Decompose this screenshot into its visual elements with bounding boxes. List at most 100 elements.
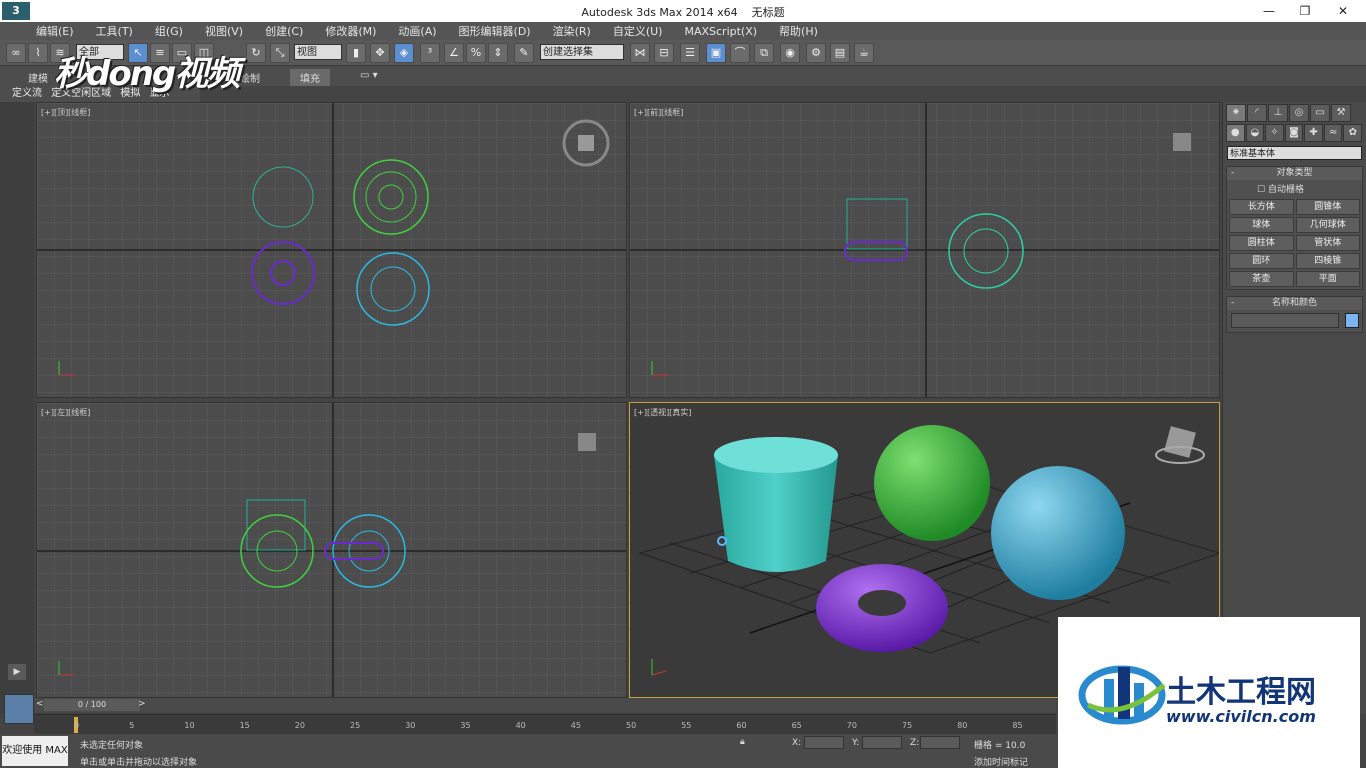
x-coord-input[interactable] (804, 736, 844, 749)
layer-manager-icon[interactable]: ☰ (680, 43, 700, 63)
minimize-button[interactable]: — (1258, 2, 1280, 20)
frame-tick-label: 80 (957, 721, 968, 730)
watermark-logo: 秒dong视频 (54, 54, 240, 94)
graphite-tools-icon[interactable]: ▣ (706, 43, 726, 63)
percent-snap-icon[interactable]: % (466, 43, 486, 63)
plane-button[interactable]: 平面 (1295, 271, 1360, 287)
z-coord-input[interactable] (920, 736, 960, 749)
motion-tab-icon[interactable]: ◎ (1289, 104, 1309, 122)
menu-group[interactable]: 组(G) (155, 23, 183, 39)
angle-snap-icon[interactable]: ∠ (444, 43, 464, 63)
render-production-icon[interactable]: ☕ (854, 43, 874, 63)
menu-create[interactable]: 创建(C) (265, 23, 303, 39)
y-coord-input[interactable] (862, 736, 902, 749)
menu-customize[interactable]: 自定义(U) (613, 23, 663, 39)
next-frame-icon[interactable]: > (138, 699, 146, 709)
track-bar[interactable]: 0 5 10 15 20 25 30 35 40 45 50 55 60 65 70 75 80 85 (34, 714, 1056, 734)
sphere-button[interactable]: 球体 (1229, 217, 1294, 233)
align-icon[interactable]: ⊟ (654, 43, 674, 63)
menu-rendering[interactable]: 渲染(R) (553, 23, 591, 39)
mirror-icon[interactable]: ⋈ (630, 43, 650, 63)
modify-tab-icon[interactable]: ◜ (1247, 104, 1267, 122)
manipulate-icon[interactable]: ◈ (394, 43, 414, 63)
menu-edit[interactable]: 编辑(E) (36, 23, 74, 39)
helpers-icon[interactable]: ✚ (1304, 124, 1323, 142)
named-selection-sets-dropdown[interactable]: 创建选择集 (540, 44, 624, 60)
object-color-swatch[interactable] (1345, 313, 1359, 328)
time-slider-thumb[interactable]: 0 / 100 (44, 699, 140, 711)
object-type-header[interactable]: - 对象类型 (1227, 167, 1362, 180)
menu-graph-editors[interactable]: 图形编辑器(D) (459, 23, 531, 39)
unlink-icon[interactable]: ⌇ (28, 43, 48, 63)
define-flows-button[interactable]: 定义流 (12, 88, 42, 99)
cameras-icon[interactable]: ◙ (1284, 124, 1304, 142)
reference-coord-dropdown[interactable]: 视图 (294, 44, 342, 60)
frame-tick-label: 85 (1012, 721, 1023, 730)
spacewarps-icon[interactable]: ≈ (1323, 124, 1343, 142)
material-editor-icon[interactable]: ◉ (780, 43, 800, 63)
geometry-category-dropdown[interactable]: 标准基本体 (1227, 146, 1362, 160)
frame-tick-label: 25 (350, 721, 361, 730)
render-setup-icon[interactable]: ⚙ (806, 43, 826, 63)
viewport-layout-icon[interactable] (4, 694, 34, 724)
viewport-label[interactable]: [+][透视][真实] (634, 407, 691, 418)
menu-help[interactable]: 帮助(H) (779, 23, 818, 39)
viewport-front[interactable]: [+][前][线框] (629, 102, 1220, 398)
snap-toggle-icon[interactable]: ³ (420, 43, 440, 63)
menu-maxscript[interactable]: MAXScript(X) (684, 25, 757, 38)
menu-animation[interactable]: 动画(A) (398, 23, 436, 39)
name-color-header[interactable]: - 名称和颜色 (1227, 297, 1362, 310)
ribbon-options-icon[interactable]: ▭ ▾ (350, 69, 388, 82)
curve-editor-icon[interactable]: ⌒ (730, 43, 750, 63)
pyramid-button[interactable]: 四棱锥 (1295, 253, 1360, 269)
viewport-label[interactable]: [+][顶][线框] (41, 107, 90, 118)
create-tab-icon[interactable]: ✷ (1226, 104, 1246, 122)
viewport-label[interactable]: [+][左][线框] (41, 407, 90, 418)
teapot-button[interactable]: 茶壶 (1229, 271, 1294, 287)
frame-tick-label: 60 (736, 721, 747, 730)
render-frame-icon[interactable]: ▤ (830, 43, 850, 63)
scale-icon[interactable]: ⤡ (270, 43, 290, 63)
geometry-icon[interactable]: ● (1226, 124, 1245, 142)
tube-button[interactable]: 管状体 (1295, 235, 1360, 251)
menu-view[interactable]: 视图(V) (205, 23, 243, 39)
spinner-snap-icon[interactable]: ⇕ (488, 43, 508, 63)
hierarchy-tab-icon[interactable]: ⊥ (1268, 104, 1288, 122)
ad-url[interactable]: www.civilcn.com (1166, 707, 1316, 726)
viewport-top[interactable]: [+][顶][线框] (36, 102, 627, 398)
tab-populate[interactable]: 填充 (290, 69, 330, 86)
pivot-icon[interactable]: ▮ (346, 43, 366, 63)
torus-button[interactable]: 圆环 (1229, 253, 1294, 269)
object-name-input[interactable] (1231, 313, 1339, 328)
utilities-tab-icon[interactable]: ⚒ (1331, 104, 1351, 122)
close-button[interactable]: ✕ (1332, 2, 1354, 20)
schematic-view-icon[interactable]: ⧉ (754, 43, 774, 63)
front-scene (630, 103, 1219, 397)
tab-modeling[interactable]: 建模 (18, 69, 58, 86)
menu-tools[interactable]: 工具(T) (96, 23, 133, 39)
rotate-icon[interactable]: ↻ (246, 43, 266, 63)
geosphere-button[interactable]: 几何球体 (1295, 217, 1360, 233)
maximize-button[interactable]: ❐ (1294, 2, 1316, 20)
systems-icon[interactable]: ✿ (1343, 124, 1363, 142)
lights-icon[interactable]: ✧ (1265, 124, 1284, 142)
cylinder-button[interactable]: 圆柱体 (1229, 235, 1294, 251)
cone-button[interactable]: 圆锥体 (1295, 199, 1360, 215)
shapes-icon[interactable]: ◒ (1245, 124, 1265, 142)
viewport-left[interactable]: [+][左][线框] (36, 402, 627, 698)
autogrid-checkbox[interactable]: ☐ 自动栅格 (1227, 180, 1362, 197)
viewport-label[interactable]: [+][前][线框] (634, 107, 683, 118)
prev-frame-icon[interactable]: < (36, 699, 44, 709)
box-button[interactable]: 长方体 (1229, 199, 1294, 215)
link-icon[interactable]: ∞ (6, 43, 26, 63)
move-icon[interactable]: ✥ (370, 43, 390, 63)
play-icon[interactable]: ▶ (8, 664, 26, 680)
menu-modifiers[interactable]: 修改器(M) (325, 23, 376, 39)
lock-icon[interactable]: 🔒︎ (740, 737, 745, 747)
edit-named-sets-icon[interactable]: ✎ (514, 43, 534, 63)
maxscript-listener[interactable]: 欢迎使用 MAX (2, 736, 68, 766)
add-time-tag-button[interactable]: 添加时间标记 (974, 755, 1028, 768)
frame-tick-label: 35 (460, 721, 471, 730)
display-tab-icon[interactable]: ▭ (1310, 104, 1330, 122)
time-slider[interactable]: 0 / 100 < > (34, 698, 1056, 712)
